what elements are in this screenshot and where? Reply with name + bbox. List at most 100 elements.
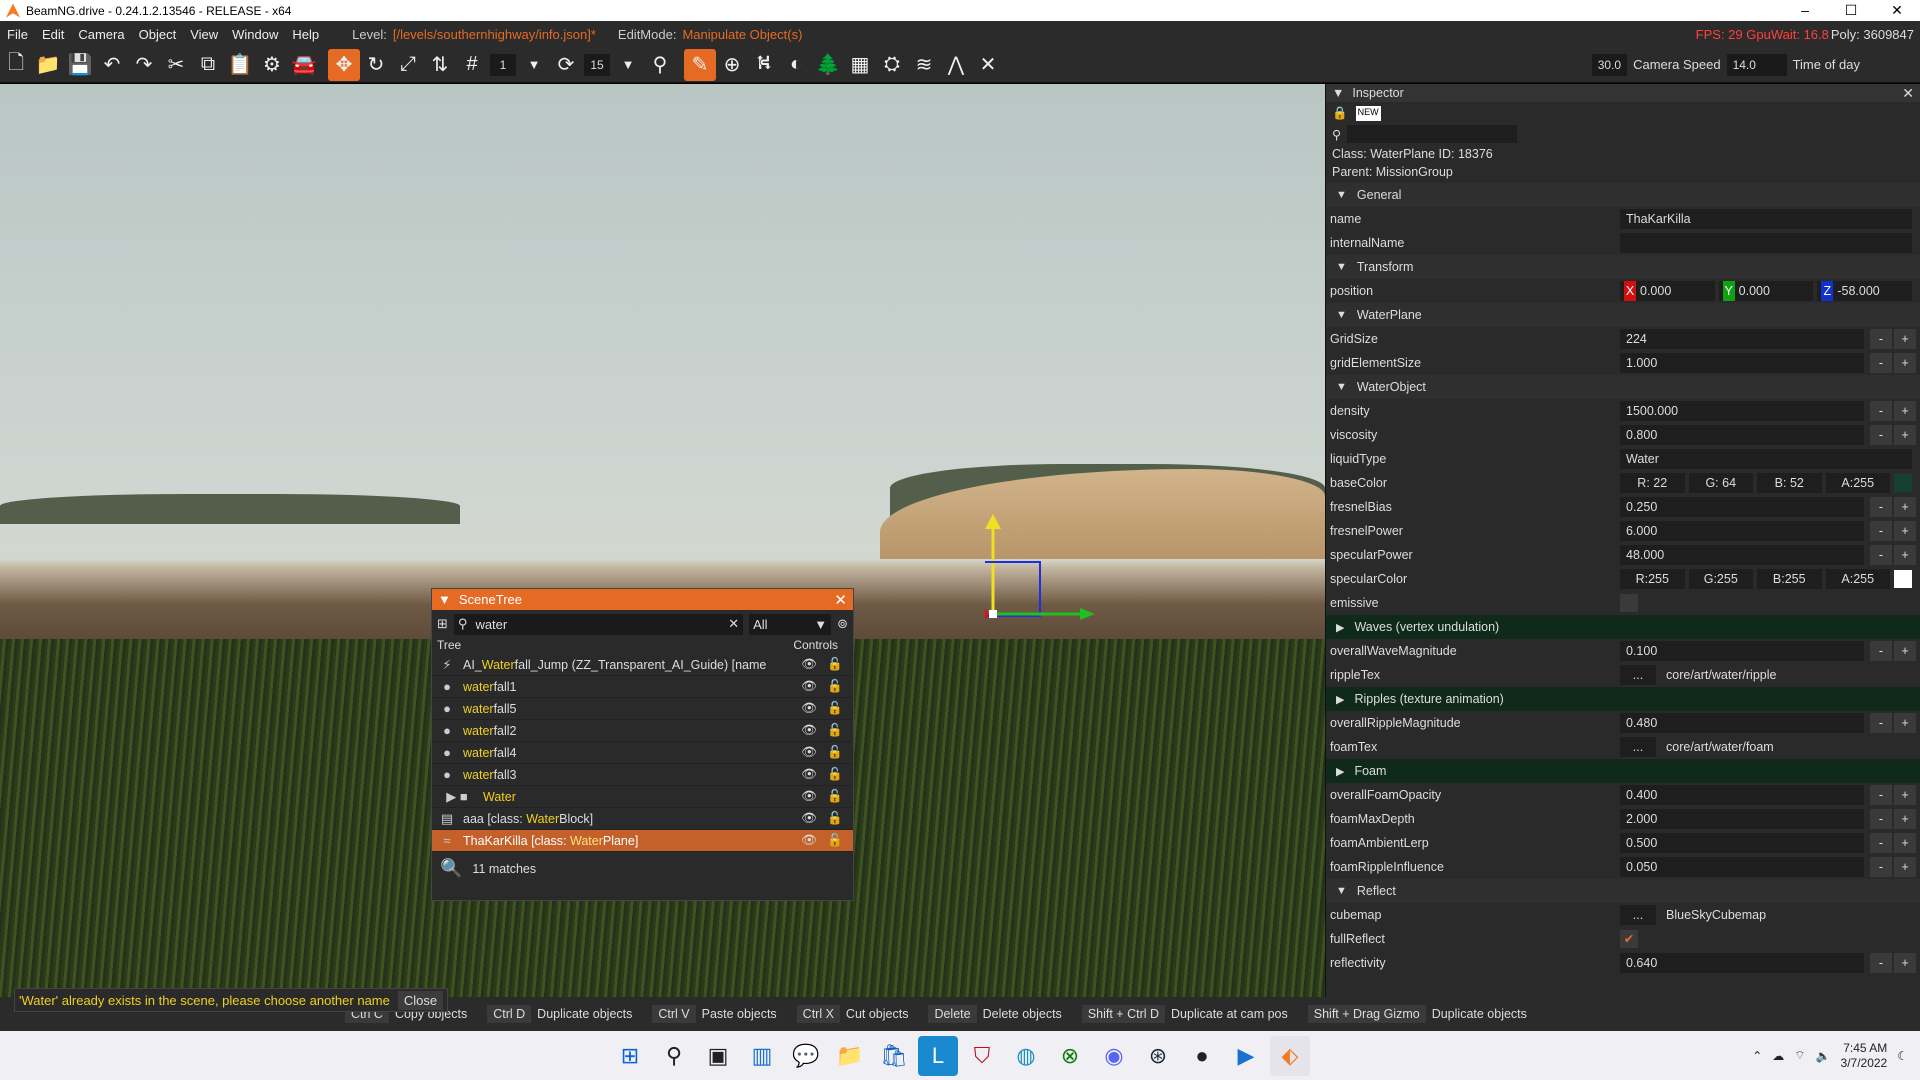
minimize-button[interactable]: – — [1782, 0, 1828, 21]
lock-icon[interactable]: 🔓 — [827, 723, 843, 738]
gridsize-input[interactable]: 224 — [1620, 329, 1864, 349]
app-l-icon[interactable]: L — [918, 1035, 958, 1076]
section-reflect[interactable]: ▼ Reflect — [1326, 879, 1920, 903]
scene-search-input[interactable]: ⚲ water ✕ — [453, 613, 744, 635]
close-button[interactable]: ✕ — [1874, 0, 1920, 21]
new-icon[interactable]: NEW — [1355, 106, 1381, 121]
rippletex-input[interactable]: core/art/water/ripple — [1660, 665, 1912, 685]
eye-icon[interactable]: 👁 — [801, 811, 817, 826]
redo-icon[interactable]: ↷ — [128, 49, 160, 81]
lock-icon[interactable]: 🔓 — [827, 657, 843, 672]
basecolor-swatch[interactable] — [1894, 474, 1912, 492]
decrement-button[interactable]: - — [1870, 329, 1892, 349]
browse-button[interactable]: ... — [1620, 737, 1656, 757]
increment-button[interactable]: + — [1894, 809, 1916, 829]
terrain-paint-icon[interactable]: ◐ — [780, 49, 812, 81]
media-player-icon[interactable]: ▶ — [1226, 1036, 1266, 1076]
camera-speed-field[interactable]: 30.0 — [1591, 53, 1628, 76]
scene-tree-header[interactable]: ▼ SceneTree ✕ — [432, 589, 853, 610]
section-general[interactable]: ▼ General — [1326, 183, 1920, 207]
snap-align-icon[interactable]: ⇅ — [424, 49, 456, 81]
eye-icon[interactable]: 👁 — [801, 745, 817, 760]
increment-button[interactable]: + — [1894, 521, 1916, 541]
rotate-tool-icon[interactable]: ↻ — [360, 49, 392, 81]
transform-gizmo[interactable] — [985, 514, 1095, 624]
maximize-button[interactable]: ☐ — [1828, 0, 1874, 21]
list-item[interactable]: ● waterfall2 👁 🔓 — [432, 720, 853, 742]
decrement-button[interactable]: - — [1870, 809, 1892, 829]
increment-button[interactable]: + — [1894, 641, 1916, 661]
chevron-down-icon[interactable]: ▼ — [518, 49, 550, 81]
menu-file[interactable]: File — [0, 27, 35, 42]
teams-chat-icon[interactable]: 💬 — [786, 1036, 826, 1076]
undo-icon[interactable]: ↶ — [96, 49, 128, 81]
widgets-icon[interactable]: ▥ — [742, 1036, 782, 1076]
decrement-button[interactable]: - — [1870, 497, 1892, 517]
obs-icon[interactable]: ● — [1182, 1036, 1222, 1076]
density-input[interactable]: 1500.000 — [1620, 401, 1864, 421]
browse-button[interactable]: ... — [1620, 665, 1656, 685]
lock-icon[interactable]: 🔓 — [827, 789, 843, 804]
list-item[interactable]: ● waterfall5 👁 🔓 — [432, 698, 853, 720]
eye-icon[interactable]: 👁 — [801, 723, 817, 738]
increment-button[interactable]: + — [1894, 353, 1916, 373]
toast-close-button[interactable]: Close — [397, 990, 444, 1010]
lock-icon[interactable]: 🔓 — [827, 679, 843, 694]
filter-select[interactable]: All ▼ — [749, 613, 832, 635]
mesh-tool-icon[interactable]: ▦ — [844, 49, 876, 81]
rotate-snap-icon[interactable]: ⟳ — [550, 49, 582, 81]
decrement-button[interactable]: - — [1870, 641, 1892, 661]
fullreflect-checkbox[interactable]: ✔ — [1620, 930, 1638, 948]
wavemagnitude-input[interactable]: 0.100 — [1620, 641, 1864, 661]
settings-gear-icon[interactable]: ⚙ — [256, 49, 288, 81]
menu-edit[interactable]: Edit — [35, 27, 71, 42]
lock-icon[interactable]: 🔓 — [827, 833, 843, 848]
task-view-icon[interactable]: ▣ — [698, 1036, 738, 1076]
beamng-taskbar-icon[interactable]: ⬖ — [1270, 1035, 1310, 1076]
increment-button[interactable]: + — [1894, 329, 1916, 349]
decrement-button[interactable]: - — [1870, 857, 1892, 877]
internalname-input[interactable] — [1620, 233, 1912, 253]
lock-icon[interactable]: 🔒 — [1332, 106, 1348, 121]
eye-icon[interactable]: 👁 — [801, 657, 817, 672]
edit-pencil-icon[interactable]: ✎ — [684, 48, 716, 81]
steam-icon[interactable]: ⊛ — [1138, 1036, 1178, 1076]
reflectivity-input[interactable]: 0.640 — [1620, 953, 1864, 973]
browse-button[interactable]: ... — [1620, 905, 1656, 925]
ripplemagnitude-input[interactable]: 0.480 — [1620, 713, 1864, 733]
basecolor-picker[interactable]: R: 22 G: 64 B: 52 A:255 — [1620, 473, 1890, 493]
liquidtype-input[interactable]: Water — [1620, 449, 1912, 469]
snap-value-field[interactable]: 1 — [490, 53, 516, 76]
eye-icon[interactable]: 👁 — [801, 701, 817, 716]
decrement-button[interactable]: - — [1870, 521, 1892, 541]
increment-button[interactable]: + — [1894, 497, 1916, 517]
chevron-up-icon[interactable]: ⌃ — [1752, 1049, 1762, 1063]
specularcolor-picker[interactable]: R:255 G:255 B:255 A:255 — [1620, 569, 1890, 589]
decrement-button[interactable]: - — [1870, 785, 1892, 805]
xbox-icon[interactable]: ⊗ — [1050, 1036, 1090, 1076]
scale-tool-icon[interactable]: ⤢ — [392, 49, 424, 81]
discord-icon[interactable]: ◉ — [1094, 1036, 1134, 1076]
list-item[interactable]: ● waterfall4 👁 🔓 — [432, 742, 853, 764]
position-x-input[interactable]: X 0.000 — [1620, 281, 1715, 301]
specularpower-input[interactable]: 48.000 — [1620, 545, 1864, 565]
foamambientlerp-input[interactable]: 0.500 — [1620, 833, 1864, 853]
save-icon[interactable]: 💾 — [64, 49, 96, 81]
position-z-input[interactable]: Z -58.000 — [1817, 281, 1913, 301]
close-icon[interactable]: ✕ — [834, 591, 847, 609]
volume-icon[interactable]: 🔈 — [1816, 1049, 1831, 1063]
fresnelbias-input[interactable]: 0.250 — [1620, 497, 1864, 517]
increment-button[interactable]: + — [1894, 953, 1916, 973]
increment-button[interactable]: + — [1894, 425, 1916, 445]
editmode-value[interactable]: Manipulate Object(s) — [682, 27, 802, 42]
wifi-icon[interactable]: ⌔ — [1794, 1048, 1805, 1063]
lock-icon[interactable]: 🔓 — [827, 701, 843, 716]
lock-icon[interactable]: 🔓 — [827, 767, 843, 782]
chevron-down-icon[interactable]: ▼ — [612, 49, 644, 81]
position-y-input[interactable]: Y 0.000 — [1718, 281, 1814, 301]
grid-snap-icon[interactable]: # — [456, 49, 488, 81]
decrement-button[interactable]: - — [1870, 353, 1892, 373]
emissive-checkbox[interactable] — [1620, 594, 1638, 612]
lock-icon[interactable]: 🔓 — [827, 811, 843, 826]
vehicle-icon[interactable]: 🚘 — [288, 49, 320, 81]
